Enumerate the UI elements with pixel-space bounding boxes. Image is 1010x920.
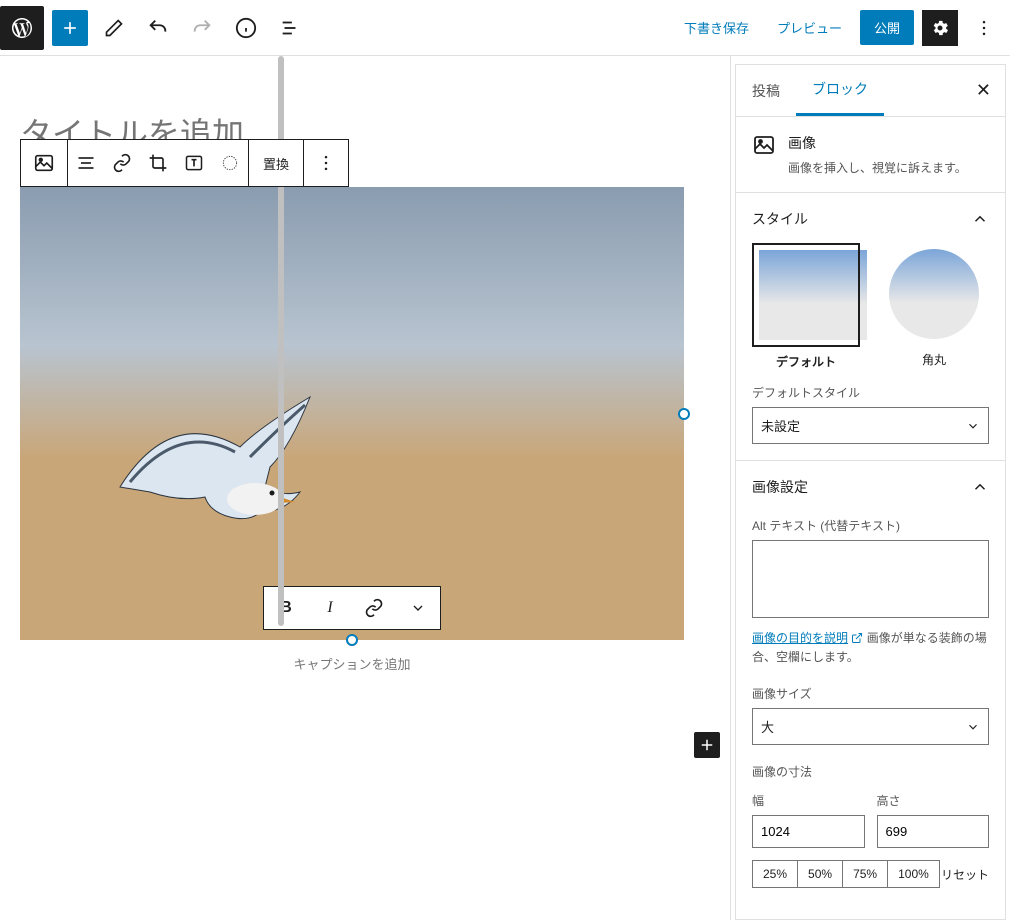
editor-canvas: 置換 B I キ xyxy=(0,56,730,920)
scale-100-button[interactable]: 100% xyxy=(887,860,940,888)
external-link-icon xyxy=(851,632,863,644)
block-title: 画像 xyxy=(788,133,967,153)
width-label: 幅 xyxy=(752,792,865,809)
top-left-tools xyxy=(52,10,308,46)
width-input[interactable] xyxy=(752,815,865,848)
alt-text-label: Alt テキスト (代替テキスト) xyxy=(752,517,989,534)
alt-help-link[interactable]: 画像の目的を説明 xyxy=(752,631,848,645)
style-option-default[interactable]: デフォルト xyxy=(752,243,860,370)
default-style-label: デフォルトスタイル xyxy=(752,384,989,401)
wordpress-logo[interactable] xyxy=(0,6,44,50)
default-style-select[interactable]: 未設定 xyxy=(752,407,989,444)
outline-button[interactable] xyxy=(272,10,308,46)
image-icon xyxy=(752,133,776,157)
chevron-down-icon xyxy=(966,419,980,433)
sidebar-tabs: 投稿 ブロック ✕ xyxy=(736,65,1005,117)
add-block-button[interactable] xyxy=(52,10,88,46)
chevron-up-icon xyxy=(971,210,989,228)
style-label-rounded: 角丸 xyxy=(880,351,988,368)
undo-button[interactable] xyxy=(140,10,176,46)
alt-text-input[interactable] xyxy=(752,540,989,618)
top-toolbar: 下書き保存 プレビュー 公開 xyxy=(0,0,1010,56)
chevron-down-icon xyxy=(966,720,980,734)
image-settings-heading: 画像設定 xyxy=(752,477,808,497)
style-panel: スタイル デフォルト 角丸 デフォルトスタイル 未設定 xyxy=(736,193,1005,461)
caption-more-button[interactable] xyxy=(396,587,440,629)
add-block-inline-button[interactable] xyxy=(694,732,720,758)
redo-button[interactable] xyxy=(184,10,220,46)
info-button[interactable] xyxy=(228,10,264,46)
style-heading: スタイル xyxy=(752,209,808,229)
duotone-button[interactable] xyxy=(212,140,248,186)
caption-input[interactable]: キャプションを追加 xyxy=(20,654,684,673)
bird-illustration xyxy=(110,387,370,567)
block-type-button[interactable] xyxy=(21,140,68,186)
scale-75-button[interactable]: 75% xyxy=(842,860,888,888)
crop-button[interactable] xyxy=(140,140,176,186)
image-content[interactable] xyxy=(20,187,684,640)
style-thumb-rounded xyxy=(889,249,979,339)
close-sidebar-button[interactable]: ✕ xyxy=(962,80,1005,101)
image-size-label: 画像サイズ xyxy=(752,685,989,702)
height-input[interactable] xyxy=(877,815,990,848)
block-card: 画像 画像を挿入し、視覚に訴えます。 xyxy=(736,117,1005,193)
image-size-select[interactable]: 大 xyxy=(752,708,989,745)
edit-mode-button[interactable] xyxy=(96,10,132,46)
publish-button[interactable]: 公開 xyxy=(860,10,914,45)
tab-post[interactable]: 投稿 xyxy=(736,67,796,115)
italic-button[interactable]: I xyxy=(308,587,352,629)
resize-handle-bottom[interactable] xyxy=(346,634,358,646)
preview-button[interactable]: プレビュー xyxy=(767,12,852,43)
image-settings-toggle[interactable]: 画像設定 xyxy=(752,477,989,497)
scale-25-button[interactable]: 25% xyxy=(752,860,798,888)
caption-link-button[interactable] xyxy=(352,587,396,629)
settings-sidebar: 投稿 ブロック ✕ 画像 画像を挿入し、視覚に訴えます。 スタイル デフォ xyxy=(730,56,1010,920)
settings-button[interactable] xyxy=(922,10,958,46)
resize-handle-right[interactable] xyxy=(678,408,690,420)
height-label: 高さ xyxy=(877,792,990,809)
alt-help: 画像の目的を説明 画像が単なる装飾の場合、空欄にします。 xyxy=(752,629,989,667)
tab-block[interactable]: ブロック xyxy=(796,65,884,116)
replace-button[interactable]: 置換 xyxy=(249,140,304,186)
style-option-rounded[interactable]: 角丸 xyxy=(880,243,988,370)
scale-50-button[interactable]: 50% xyxy=(797,860,843,888)
more-menu-button[interactable] xyxy=(966,10,1002,46)
block-more-button[interactable] xyxy=(304,140,348,186)
reset-button[interactable]: リセット xyxy=(941,866,989,883)
dimensions-label: 画像の寸法 xyxy=(752,763,989,780)
link-button[interactable] xyxy=(104,140,140,186)
bold-button[interactable]: B xyxy=(264,587,308,629)
save-draft-button[interactable]: 下書き保存 xyxy=(674,12,759,43)
style-thumb-default xyxy=(759,250,867,340)
image-settings-panel: 画像設定 Alt テキスト (代替テキスト) 画像の目的を説明 画像が単なる装飾… xyxy=(736,461,1005,904)
text-overlay-button[interactable] xyxy=(176,140,212,186)
block-toolbar: 置換 xyxy=(20,139,349,187)
chevron-up-icon xyxy=(971,478,989,496)
image-block[interactable]: B I xyxy=(20,187,684,640)
style-panel-toggle[interactable]: スタイル xyxy=(752,209,989,229)
main-area: 置換 B I キ xyxy=(0,56,1010,920)
style-label-default: デフォルト xyxy=(752,353,860,370)
caption-toolbar: B I xyxy=(263,586,441,630)
top-right-tools: 下書き保存 プレビュー 公開 xyxy=(674,10,1002,46)
align-button[interactable] xyxy=(68,140,104,186)
block-description: 画像を挿入し、視覚に訴えます。 xyxy=(788,159,967,176)
